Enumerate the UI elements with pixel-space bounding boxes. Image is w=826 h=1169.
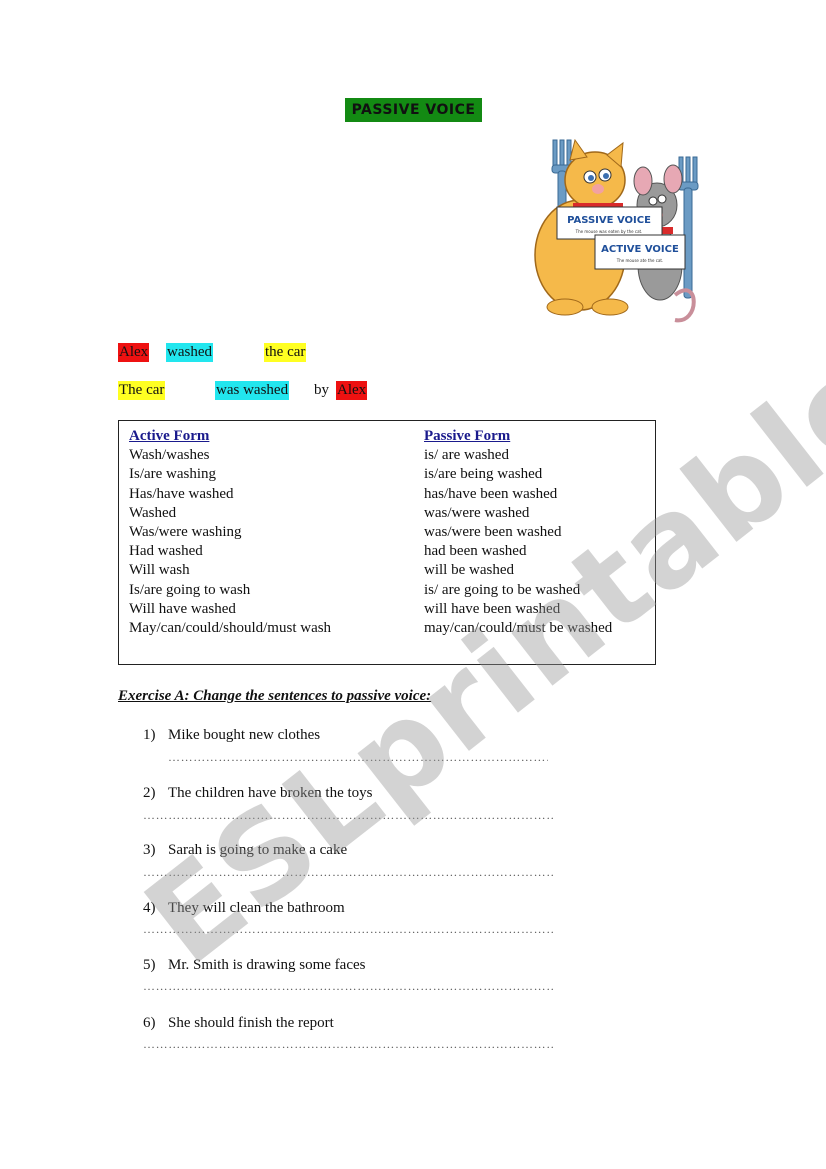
active-form-row: Washed <box>129 504 177 521</box>
passive-form-row: is/ are going to be washed <box>424 581 581 598</box>
exercise-item: 4) They will clean the bathroom <box>143 900 345 916</box>
example-passive-verb: was washed <box>215 381 290 400</box>
exercise-item: 5) Mr. Smith is drawing some faces <box>143 957 366 973</box>
exercise-title: Exercise A: Change the sentences to pass… <box>118 688 432 704</box>
passive-form-row: may/can/could/must be washed <box>424 620 613 637</box>
active-form-row: Is/are going to wash <box>129 581 251 598</box>
passive-form-row: is/are being washed <box>424 466 543 483</box>
answer-line[interactable]: …………………………………………………………………………………………………………… <box>143 1037 553 1052</box>
example-active-subject: Alex <box>118 343 150 362</box>
active-voice-sign: ACTIVE VOICE The mouse ate the cat. <box>594 234 686 270</box>
passive-voice-sign: PASSIVE VOICE The mouse was eaten by the… <box>556 206 663 240</box>
passive-form-column: Passive Form is/ are washed is/are being… <box>424 427 612 638</box>
example-active-object: the car <box>264 343 307 362</box>
active-form-row: Will have washed <box>129 600 236 617</box>
svg-text:The mouse ate the cat.: The mouse ate the cat. <box>616 258 663 263</box>
svg-text:PASSIVE VOICE: PASSIVE VOICE <box>567 215 651 226</box>
answer-line[interactable]: …………………………………………………………………………………………………………… <box>143 922 553 937</box>
active-form-row: Wash/washes <box>129 447 210 464</box>
forms-table: Active Form Wash/washes Is/are washing H… <box>118 420 656 665</box>
answer-line[interactable]: …………………………………………………………………………………………………………… <box>143 865 553 880</box>
example-passive-agent: Alex <box>336 381 368 400</box>
active-form-row: May/can/could/should/must wash <box>129 620 332 637</box>
example-passive-subject: The car <box>118 381 166 400</box>
passive-form-row: has/have been washed <box>424 485 558 502</box>
svg-text:The mouse was eaten by the cat: The mouse was eaten by the cat. <box>575 229 643 234</box>
example-active-verb: washed <box>166 343 213 362</box>
answer-line[interactable]: …………………………………………………………………………………………………………… <box>143 979 553 994</box>
passive-form-row: was/were washed <box>424 504 530 521</box>
exercise-item: 1) Mike bought new clothes <box>143 727 321 743</box>
page-title: PASSIVE VOICE <box>345 98 482 122</box>
active-form-row: Was/were washing <box>129 524 242 541</box>
active-form-row: Is/are washing <box>129 466 217 483</box>
passive-form-row: will be washed <box>424 562 514 579</box>
passive-form-row: had been washed <box>424 543 527 560</box>
passive-form-row: was/were been washed <box>424 524 562 541</box>
cat-mouse-illustration: PASSIVE VOICE The mouse was eaten by the… <box>534 138 699 323</box>
example-passive-by: by <box>314 382 329 398</box>
svg-text:ACTIVE VOICE: ACTIVE VOICE <box>601 244 679 255</box>
exercise-item: 2) The children have broken the toys <box>143 785 373 801</box>
active-form-row: Has/have washed <box>129 485 234 502</box>
exercise-item: 6) She should finish the report <box>143 1015 334 1031</box>
active-form-row: Had washed <box>129 543 203 560</box>
passive-form-row: will have been washed <box>424 600 561 617</box>
active-form-column: Active Form Wash/washes Is/are washing H… <box>129 427 331 638</box>
active-form-row: Will wash <box>129 562 190 579</box>
exercise-item: 3) Sarah is going to make a cake <box>143 842 348 858</box>
passive-form-row: is/ are washed <box>424 447 509 464</box>
passive-form-header: Passive Form <box>424 428 511 444</box>
answer-line[interactable]: …………………………………………………………………………………………………………… <box>168 750 548 765</box>
answer-line[interactable]: …………………………………………………………………………………………………………… <box>143 808 553 823</box>
active-form-header: Active Form <box>129 428 210 444</box>
